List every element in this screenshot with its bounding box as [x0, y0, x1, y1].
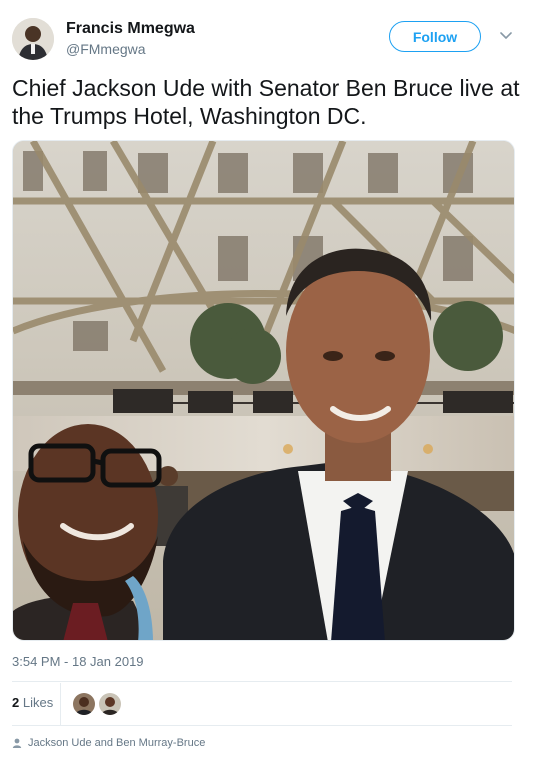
tweet-timestamp[interactable]: 3:54 PM - 18 Jan 2019 — [12, 654, 144, 669]
person-icon — [12, 738, 22, 748]
likes-count[interactable]: 2 Likes — [12, 695, 53, 710]
tagged-names: Jackson Ude and Ben Murray-Bruce — [28, 737, 206, 749]
likes-separator — [60, 683, 61, 725]
author-name[interactable]: Francis Mmegwa — [66, 20, 195, 38]
likes-number: 2 — [12, 695, 20, 710]
tweet-photo[interactable] — [12, 140, 515, 641]
author-handle[interactable]: @FMmegwa — [66, 41, 146, 57]
tweet-text: Chief Jackson Ude with Senator Ben Bruce… — [12, 75, 520, 129]
author-avatar[interactable] — [12, 18, 54, 60]
likes-label: Likes — [22, 695, 54, 710]
divider-top — [12, 681, 512, 682]
follow-button[interactable]: Follow — [389, 21, 481, 52]
liker-avatar[interactable] — [98, 692, 122, 716]
tagged-people[interactable]: Jackson Ude and Ben Murray-Bruce — [12, 737, 205, 749]
divider-bottom — [12, 725, 512, 726]
liker-avatar[interactable] — [72, 692, 96, 716]
chevron-down-icon[interactable] — [498, 28, 514, 44]
tweet-header: Francis Mmegwa @FMmegwa Follow — [12, 14, 528, 64]
